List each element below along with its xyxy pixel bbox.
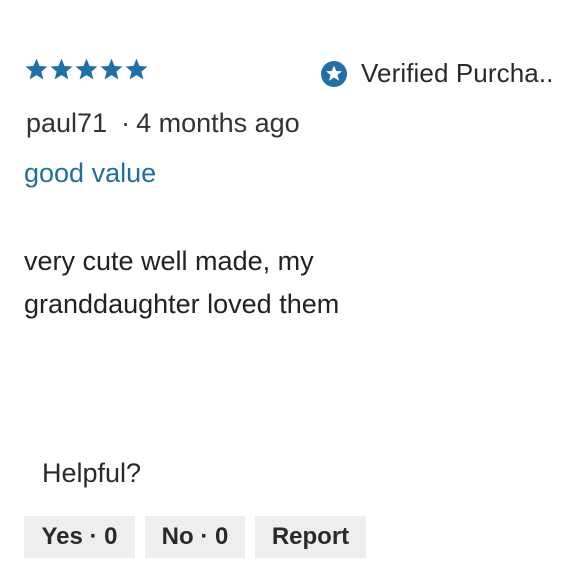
helpful-label: Helpful? xyxy=(42,458,142,488)
review-time: 4 months ago xyxy=(136,108,300,138)
verified-purchase: Verified Purcha.. xyxy=(320,58,553,89)
byline-separator: · xyxy=(121,108,131,138)
verified-label: Verified Purcha.. xyxy=(361,58,554,88)
author-name: paul71 xyxy=(26,108,108,138)
star-rating xyxy=(24,57,149,82)
helpful-no-button[interactable]: No · 0 xyxy=(145,516,245,558)
report-button[interactable]: Report xyxy=(255,516,366,558)
star-icon xyxy=(124,57,149,82)
star-icon xyxy=(74,57,99,82)
review-body: very cute well made, my granddaughter lo… xyxy=(24,240,504,326)
review-byline: paul71 · 4 months ago xyxy=(26,108,300,139)
helpful-yes-button[interactable]: Yes · 0 xyxy=(24,516,135,558)
star-icon xyxy=(99,57,124,82)
verified-badge-icon xyxy=(320,60,348,88)
review-title: good value xyxy=(24,158,157,188)
review-body-line: granddaughter loved them xyxy=(24,289,340,319)
review-card: Verified Purcha.. paul71 · 4 months ago go… xyxy=(0,0,580,580)
star-icon xyxy=(49,57,74,82)
review-body-line: very cute well made, my xyxy=(24,246,314,276)
feedback-actions: Yes · 0 No · 0 Report xyxy=(24,516,366,558)
star-icon xyxy=(24,57,49,82)
